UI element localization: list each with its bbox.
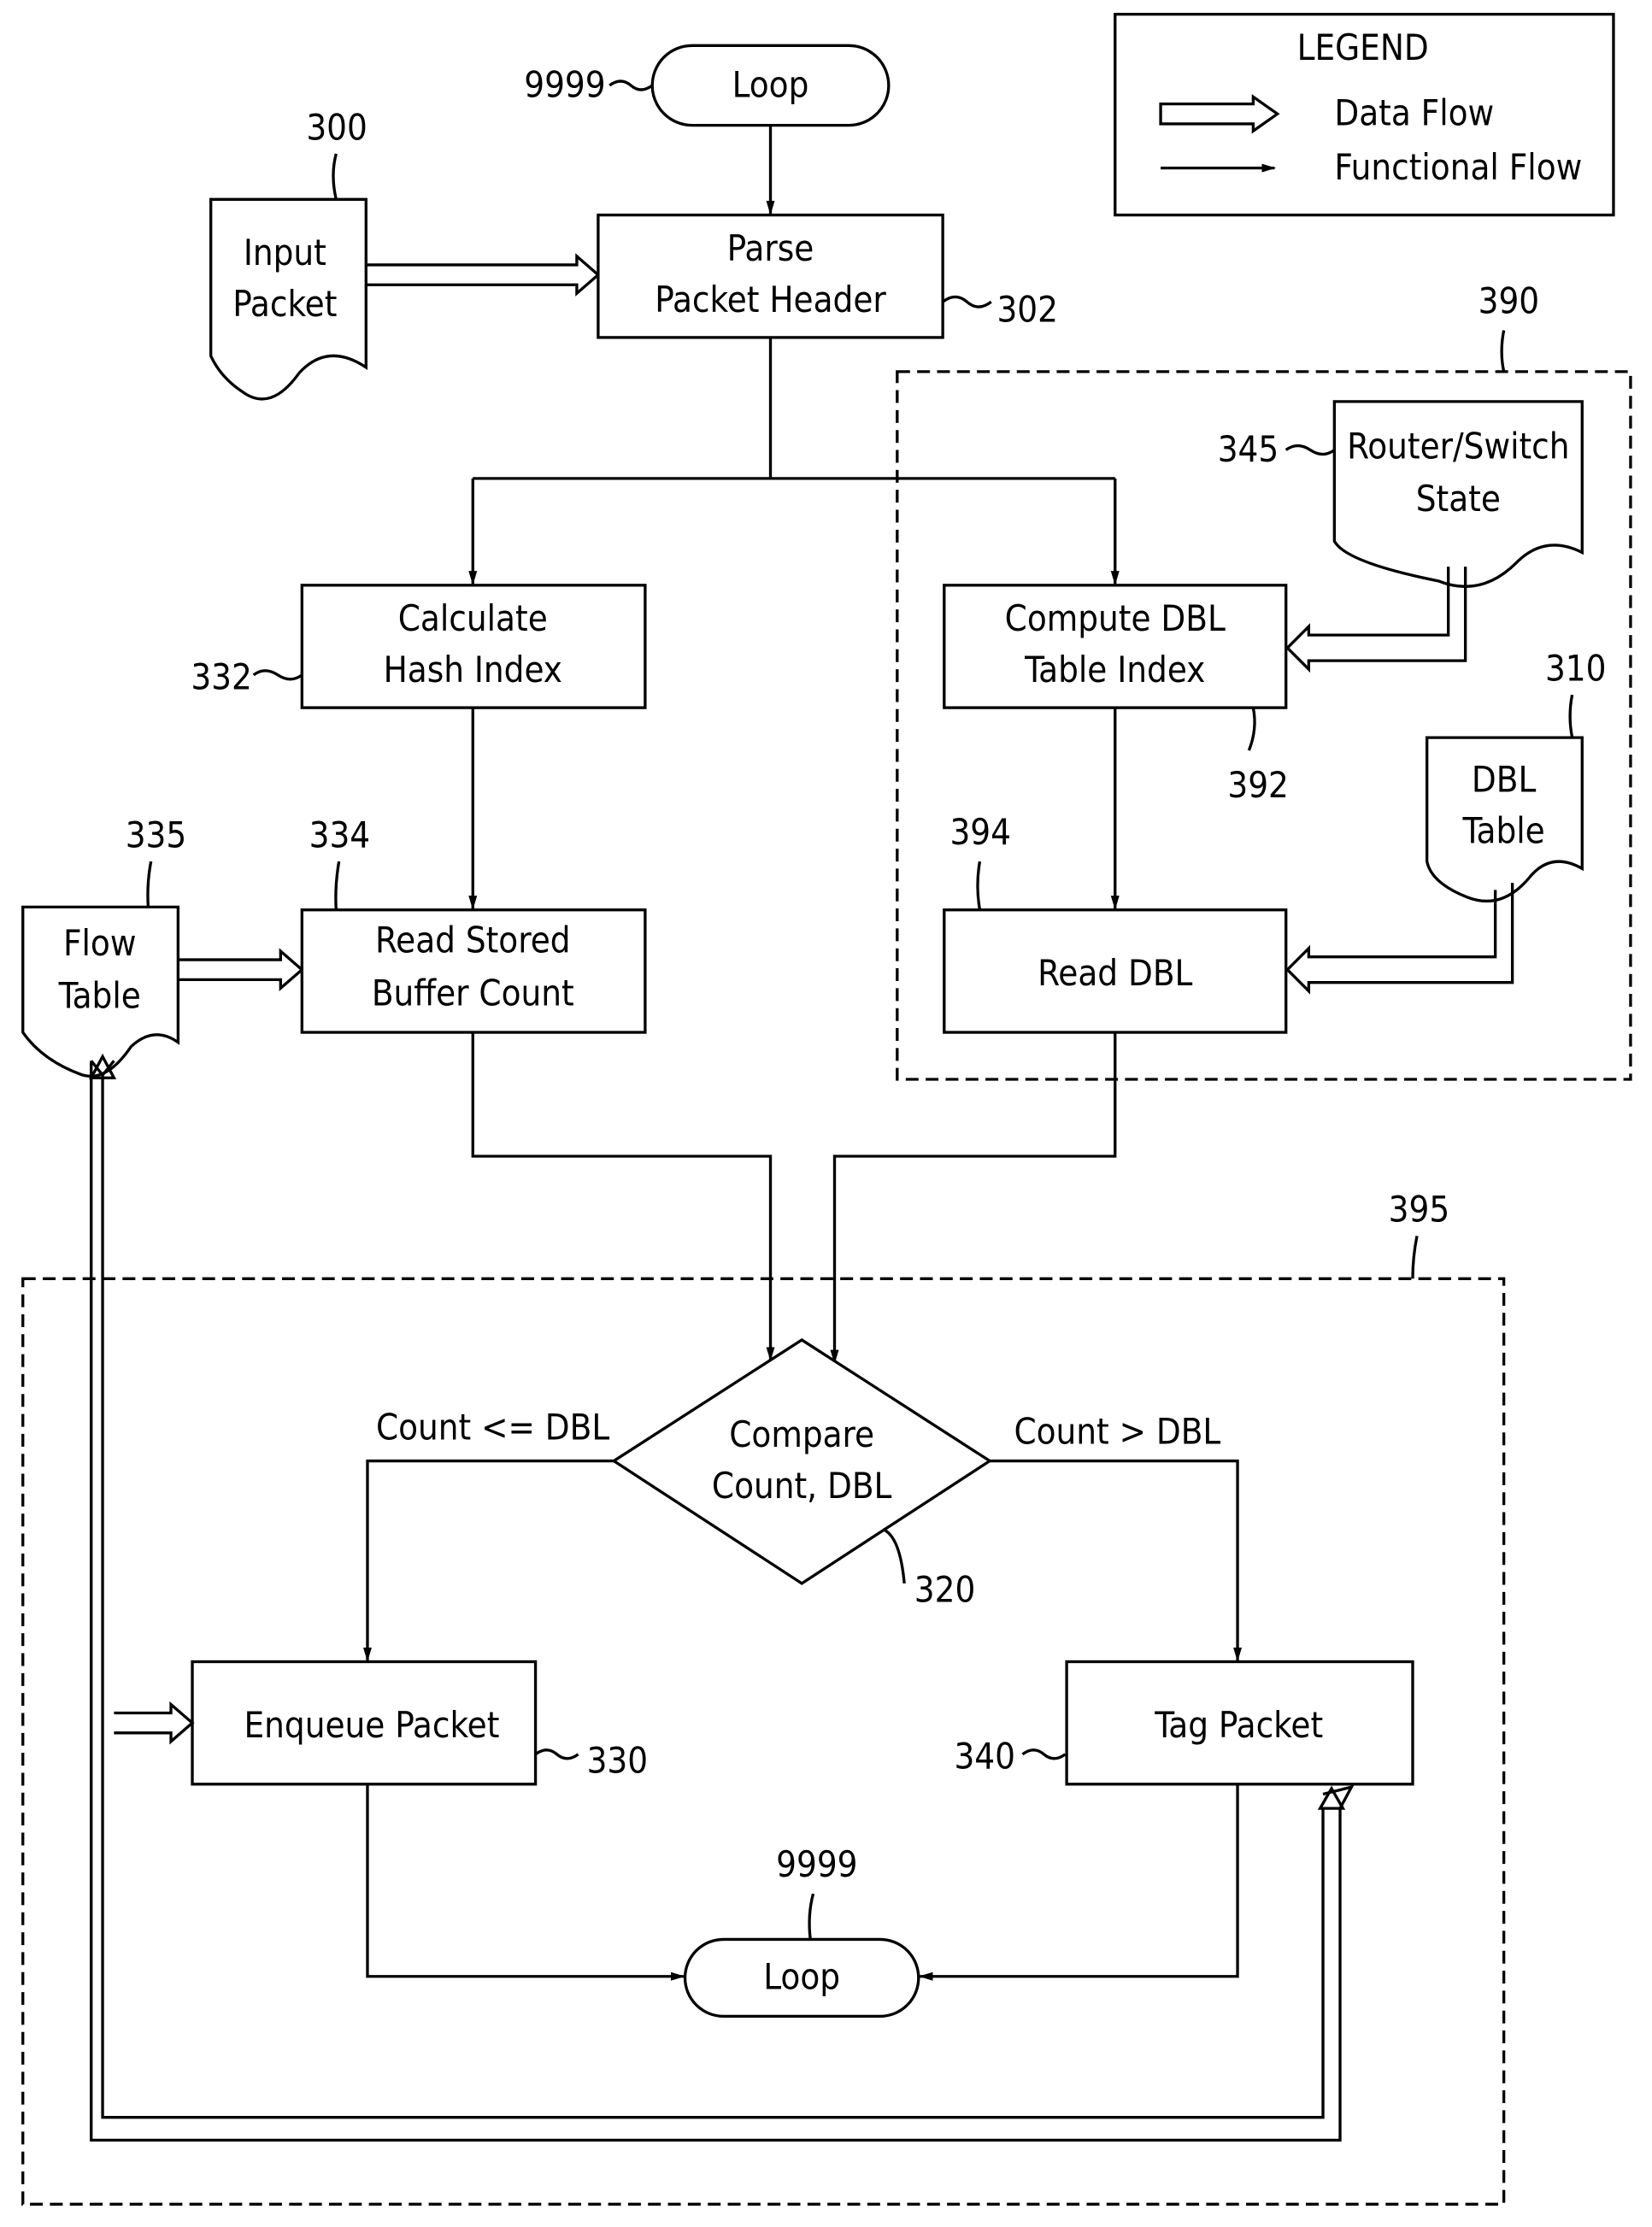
flow-table-ref: 335: [126, 814, 187, 855]
leader-line: [146, 861, 153, 908]
router-state-label-2: State: [1416, 478, 1501, 520]
compute-dbl-label-1: Compute DBL: [1005, 597, 1226, 639]
router-state-label-1: Router/Switch: [1347, 426, 1569, 467]
leader-line: [1247, 707, 1256, 751]
edge-label-count-gt-dbl: Count > DBL: [1014, 1411, 1220, 1453]
decision-group-ref: 395: [1389, 1189, 1450, 1231]
dbl-table-ref: 310: [1545, 647, 1607, 689]
leader-line: [976, 861, 982, 911]
dbl-group-ref: 390: [1479, 280, 1540, 322]
read-count-label-2: Buffer Count: [372, 972, 574, 1014]
leader-line: [882, 1528, 906, 1584]
leader-line: [1500, 330, 1506, 373]
legend-functional-flow-label: Functional Flow: [1334, 146, 1582, 188]
loop-start-ref: 9999: [524, 63, 605, 105]
data-flow-input-to-parse: [366, 253, 601, 297]
edge-dbl-to-compare: [830, 1032, 1117, 1365]
data-flow-flowtable-to-read-count: [178, 948, 304, 992]
legend-title: LEGEND: [1297, 26, 1429, 68]
compare-label-2: Count, DBL: [712, 1465, 892, 1507]
input-packet-ref: 300: [306, 106, 367, 148]
leader-line: [1568, 694, 1574, 738]
edge-tag-to-loop: [918, 1783, 1239, 1981]
edge-compare-to-tag: [990, 1459, 1243, 1662]
leader-line: [1021, 1748, 1067, 1760]
dbl-table-label-2: Table: [1462, 809, 1545, 851]
calc-hash-label-1: Calculate: [398, 597, 548, 639]
dbl-table-label-1: DBL: [1472, 758, 1537, 800]
parse-ref: 302: [996, 289, 1058, 331]
data-flow-to-enqueue: [114, 1701, 195, 1745]
compute-dbl-ref: 392: [1227, 764, 1289, 806]
tag-ref: 340: [954, 1735, 1015, 1777]
calc-hash-label-2: Hash Index: [384, 649, 562, 690]
calc-hash-ref: 332: [191, 655, 252, 697]
loop-end-ref: 9999: [776, 1843, 857, 1885]
read-count-ref: 334: [309, 814, 371, 855]
leader-line: [608, 79, 654, 91]
leader-line: [334, 861, 341, 910]
loop-start-label: Loop: [732, 63, 809, 105]
leader-line: [252, 669, 303, 681]
edge-count-to-compare: [471, 1032, 775, 1361]
leader-line: [534, 1748, 579, 1760]
leader-line: [942, 295, 992, 308]
parse-label-1: Parse: [727, 227, 814, 269]
edge-label-count-le-dbl: Count <= DBL: [376, 1407, 609, 1448]
legend-data-flow-label: Data Flow: [1334, 92, 1494, 134]
edge-enqueue-to-loop: [366, 1783, 685, 1981]
enqueue-ref: 330: [587, 1739, 649, 1781]
leader-line: [1411, 1235, 1419, 1279]
compute-dbl-label-2: Table Index: [1024, 649, 1205, 690]
read-dbl-ref: 394: [949, 811, 1011, 853]
flow-table-label-2: Table: [58, 975, 141, 1017]
leader-line: [332, 153, 338, 200]
compare-ref: 320: [914, 1569, 976, 1611]
compare-label-1: Compare: [729, 1413, 874, 1455]
compare-decision-diamond: [611, 1337, 993, 1585]
input-packet-label-2: Packet: [232, 283, 337, 325]
flow-table-label-1: Flow: [63, 922, 137, 964]
enqueue-label: Enqueue Packet: [244, 1704, 500, 1746]
legend: LEGEND Data Flow Functional Flow: [1114, 12, 1615, 217]
read-dbl-label: Read DBL: [1038, 952, 1192, 994]
edge-compare-to-enqueue: [362, 1459, 614, 1662]
router-state-ref: 345: [1218, 428, 1279, 470]
parse-label-2: Packet Header: [655, 279, 886, 320]
tag-label: Tag Packet: [1154, 1704, 1323, 1746]
loop-end-label: Loop: [763, 1956, 840, 1998]
flowchart-diagram: LEGEND Data Flow Functional Flow Loop 99…: [21, 12, 1632, 2206]
read-count-label-1: Read Stored: [375, 920, 571, 961]
leader-line: [1285, 444, 1336, 456]
leader-line: [808, 1893, 815, 1940]
input-packet-label-1: Input: [244, 232, 326, 273]
